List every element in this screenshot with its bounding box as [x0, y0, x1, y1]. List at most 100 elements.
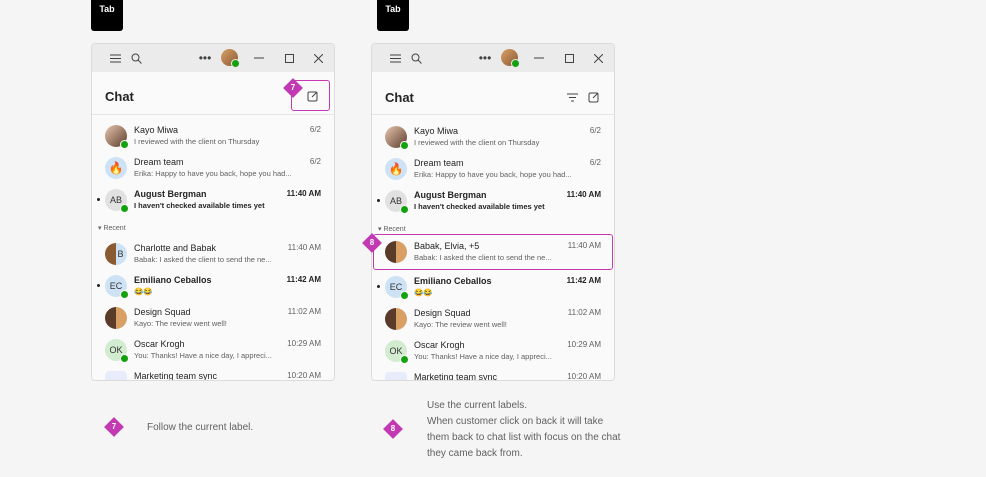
- annotation-note-7: Follow the current label.: [147, 422, 254, 433]
- close-icon[interactable]: [306, 44, 330, 72]
- chat-time: 6/2: [589, 158, 601, 167]
- filter-icon[interactable]: [564, 89, 580, 105]
- chat-name: August Bergman: [134, 189, 207, 199]
- more-options-icon[interactable]: •••: [193, 44, 217, 72]
- chat-preview: Kayo: The review went well!: [414, 320, 507, 329]
- presence-available-icon: [400, 291, 409, 300]
- profile-avatar[interactable]: [501, 49, 520, 68]
- chat-time: 11:42 AM: [286, 275, 321, 284]
- chat-list-item[interactable]: AB August Bergman I haven't checked avai…: [92, 185, 334, 217]
- chat-list-item[interactable]: EC Emiliano Ceballos 😂😂 11:42 AM: [372, 272, 614, 304]
- chat-name: Marketing team sync: [414, 372, 498, 381]
- chat-name: August Bergman: [414, 190, 487, 200]
- chat-time: 11:40 AM: [286, 189, 321, 198]
- chat-name: Emiliano Ceballos: [414, 276, 492, 286]
- chat-time: 10:20 AM: [567, 372, 601, 381]
- marker-number: 8: [369, 238, 375, 247]
- presence-available-icon: [400, 141, 409, 150]
- chat-preview: 😂😂: [134, 287, 153, 296]
- close-icon[interactable]: [586, 44, 610, 72]
- chat-name: Dream team: [134, 157, 184, 167]
- avatar: [385, 308, 407, 330]
- title-bar: •••: [92, 44, 334, 72]
- chat-list-item[interactable]: Design Squad Kayo: The review went well!…: [372, 304, 614, 336]
- maximize-icon[interactable]: [557, 44, 581, 72]
- recent-label: Recent: [383, 226, 406, 233]
- chat-list-item[interactable]: Kayo Miwa I reviewed with the client on …: [372, 122, 614, 154]
- chat-list-item[interactable]: 🔥 Dream team Erika: Happy to have you ba…: [92, 153, 334, 185]
- chat-panel-right: ••• Chat Kayo Miwa I reviewed with the c…: [371, 43, 615, 381]
- avatar-initials: EC: [389, 282, 403, 292]
- chat-list-item[interactable]: Kayo Miwa I reviewed with the client on …: [92, 121, 334, 153]
- minimize-icon[interactable]: [527, 44, 551, 72]
- unread-dot: [377, 285, 380, 288]
- chat-list-item[interactable]: Design Squad Kayo: The review went well!…: [92, 303, 334, 335]
- unread-dot: [97, 198, 100, 201]
- chat-time: 6/2: [309, 157, 321, 166]
- chat-preview: I reviewed with the client on Thursday: [414, 138, 540, 147]
- chat-name: Kayo Miwa: [134, 125, 179, 135]
- profile-avatar[interactable]: [221, 49, 240, 68]
- chat-time: 11:02 AM: [287, 307, 321, 316]
- chat-preview: Kayo: The review went well!: [134, 319, 227, 328]
- chat-time: 10:20 AM: [287, 371, 321, 380]
- chat-preview: Erika: Happy to have you back, hope you …: [414, 170, 572, 179]
- chat-list-item[interactable]: Marketing team sync 10:20 AM: [372, 368, 614, 381]
- chat-preview: Babak: I asked the client to send the ne…: [134, 255, 272, 264]
- marker-number: 7: [111, 422, 117, 431]
- annotation-note-8: Use the current labels. When customer cl…: [427, 398, 620, 462]
- avatar: 🔥: [105, 157, 127, 179]
- avatar-initials: EC: [109, 281, 123, 291]
- avatar-initials: OK: [109, 345, 123, 355]
- avatar: [105, 307, 127, 329]
- chat-list-item[interactable]: OK Oscar Krogh You: Thanks! Have a nice …: [372, 336, 614, 368]
- title-bar: •••: [372, 44, 614, 72]
- chat-time: 11:40 AM: [566, 190, 601, 199]
- chat-name: Design Squad: [134, 307, 191, 317]
- chat-preview: You: Thanks! Have a nice day, I appreci.…: [134, 351, 272, 360]
- chat-preview: 😂😂: [414, 288, 433, 297]
- presence-available-icon: [231, 59, 240, 68]
- calendar-icon: [385, 372, 407, 380]
- avatar-initials: AB: [109, 195, 122, 205]
- chat-preview: I haven't checked available times yet: [414, 202, 545, 211]
- chat-time: 11:02 AM: [567, 308, 601, 317]
- more-options-icon[interactable]: •••: [473, 44, 497, 72]
- chat-time: 10:29 AM: [287, 339, 321, 348]
- recent-section-header[interactable]: ▾ Recent: [378, 225, 406, 233]
- chat-list-item[interactable]: OK Oscar Krogh You: Thanks! Have a nice …: [92, 335, 334, 367]
- chat-preview: You: Thanks! Have a nice day, I appreci.…: [414, 352, 552, 361]
- avatar: [105, 125, 129, 149]
- chat-list-item[interactable]: AB August Bergman I haven't checked avai…: [372, 186, 614, 218]
- tab-key-badge: Tab: [377, 0, 409, 31]
- annotation-marker-7: 7: [104, 417, 124, 437]
- search-icon[interactable]: [404, 44, 428, 72]
- unread-dot: [377, 199, 380, 202]
- unread-dot: [97, 284, 100, 287]
- chat-list-item[interactable]: B Charlotte and Babak Babak: I asked the…: [92, 239, 334, 271]
- presence-available-icon: [120, 290, 129, 299]
- avatar: 🔥: [385, 158, 407, 180]
- chat-time: 6/2: [309, 125, 321, 134]
- new-chat-icon[interactable]: [586, 89, 602, 105]
- chat-name: Oscar Krogh: [414, 340, 465, 350]
- maximize-icon[interactable]: [277, 44, 301, 72]
- chat-list-item[interactable]: 🔥 Dream team Erika: Happy to have you ba…: [372, 154, 614, 186]
- chat-name: Design Squad: [414, 308, 471, 318]
- chat-preview: Erika: Happy to have you back, hope you …: [134, 169, 292, 178]
- annotation-marker-8: 8: [383, 419, 403, 439]
- avatar: OK: [105, 339, 129, 363]
- chat-preview: I haven't checked available times yet: [134, 201, 265, 210]
- tab-key-badge: Tab: [91, 0, 123, 31]
- annotation-marker-7: 7: [283, 78, 303, 98]
- chat-time: 11:42 AM: [566, 276, 601, 285]
- search-icon[interactable]: [124, 44, 148, 72]
- recent-section-header[interactable]: ▾ Recent: [98, 224, 126, 232]
- chat-name: Charlotte and Babak: [134, 243, 217, 253]
- minimize-icon[interactable]: [247, 44, 271, 72]
- chat-list-item[interactable]: EC Emiliano Ceballos 😂😂 11:42 AM: [92, 271, 334, 303]
- chat-list-item[interactable]: Marketing team sync 10:20 AM: [92, 367, 334, 380]
- page-title: Chat: [385, 90, 414, 105]
- presence-available-icon: [120, 140, 129, 149]
- note-line: When customer click on back it will take: [427, 416, 604, 427]
